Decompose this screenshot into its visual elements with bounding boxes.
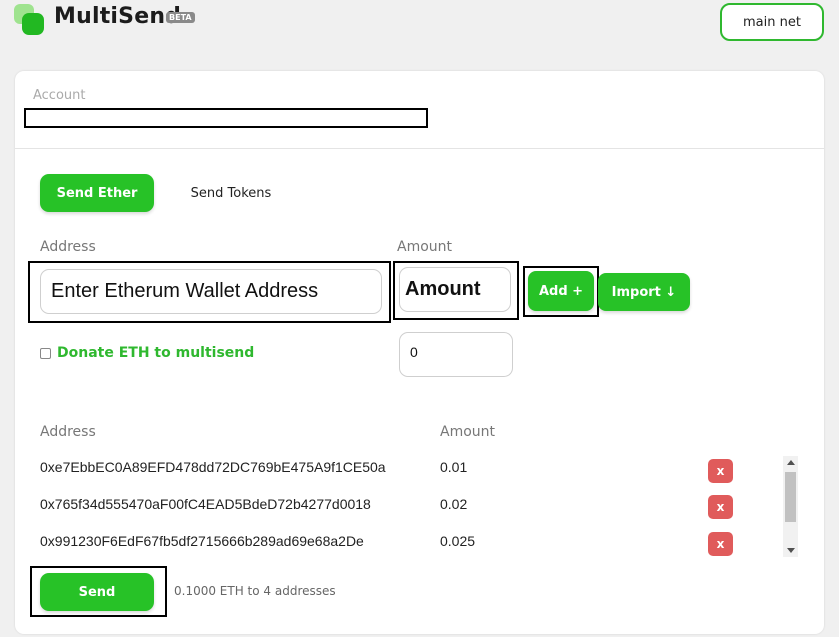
- amount-label: Amount: [397, 239, 453, 255]
- network-button[interactable]: main net: [720, 3, 824, 41]
- tab-send-ether[interactable]: Send Ether: [40, 174, 154, 212]
- row-amount: 0.025: [440, 533, 476, 549]
- scroll-up-arrow-icon[interactable]: [783, 456, 798, 468]
- remove-row-button[interactable]: x: [708, 532, 733, 556]
- donate-label[interactable]: Donate ETH to multisend: [57, 345, 254, 361]
- remove-row-button[interactable]: x: [708, 459, 733, 483]
- tab-send-tokens[interactable]: Send Tokens: [176, 174, 286, 212]
- amount-input[interactable]: Amount: [399, 267, 511, 312]
- scrollbar-thumb[interactable]: [785, 472, 796, 522]
- address-input[interactable]: Enter Etherum Wallet Address: [40, 269, 382, 314]
- list-address-header: Address: [40, 424, 96, 440]
- address-label: Address: [40, 239, 96, 255]
- remove-row-button[interactable]: x: [708, 495, 733, 519]
- row-address: 0x765f34d555470aF00fC4EAD5BdeD72b4277d00…: [40, 496, 371, 512]
- row-address: 0x991230F6EdF67fb5df2715666b289ad69e68a2…: [40, 533, 364, 549]
- donate-amount-input[interactable]: 0: [399, 332, 513, 377]
- list-amount-header: Amount: [440, 424, 496, 440]
- row-amount: 0.01: [440, 459, 468, 475]
- send-button[interactable]: Send: [40, 573, 154, 611]
- account-divider: [15, 148, 824, 149]
- row-address: 0xe7EbbEC0A89EFD478dd72DC769bE475A9f1CE5…: [40, 459, 386, 475]
- account-value: [24, 108, 428, 128]
- multisend-logo-icon: [14, 4, 46, 35]
- row-amount: 0.02: [440, 496, 468, 512]
- app-title: MultiSend: [54, 4, 182, 29]
- add-button[interactable]: Add +: [528, 271, 594, 311]
- scroll-down-arrow-icon[interactable]: [783, 545, 798, 557]
- import-button[interactable]: Import ↓: [598, 273, 690, 311]
- account-label: Account: [33, 88, 86, 103]
- send-summary: 0.1000 ETH to 4 addresses: [174, 584, 336, 598]
- beta-badge: BETA: [166, 12, 195, 23]
- donate-checkbox[interactable]: [40, 348, 51, 359]
